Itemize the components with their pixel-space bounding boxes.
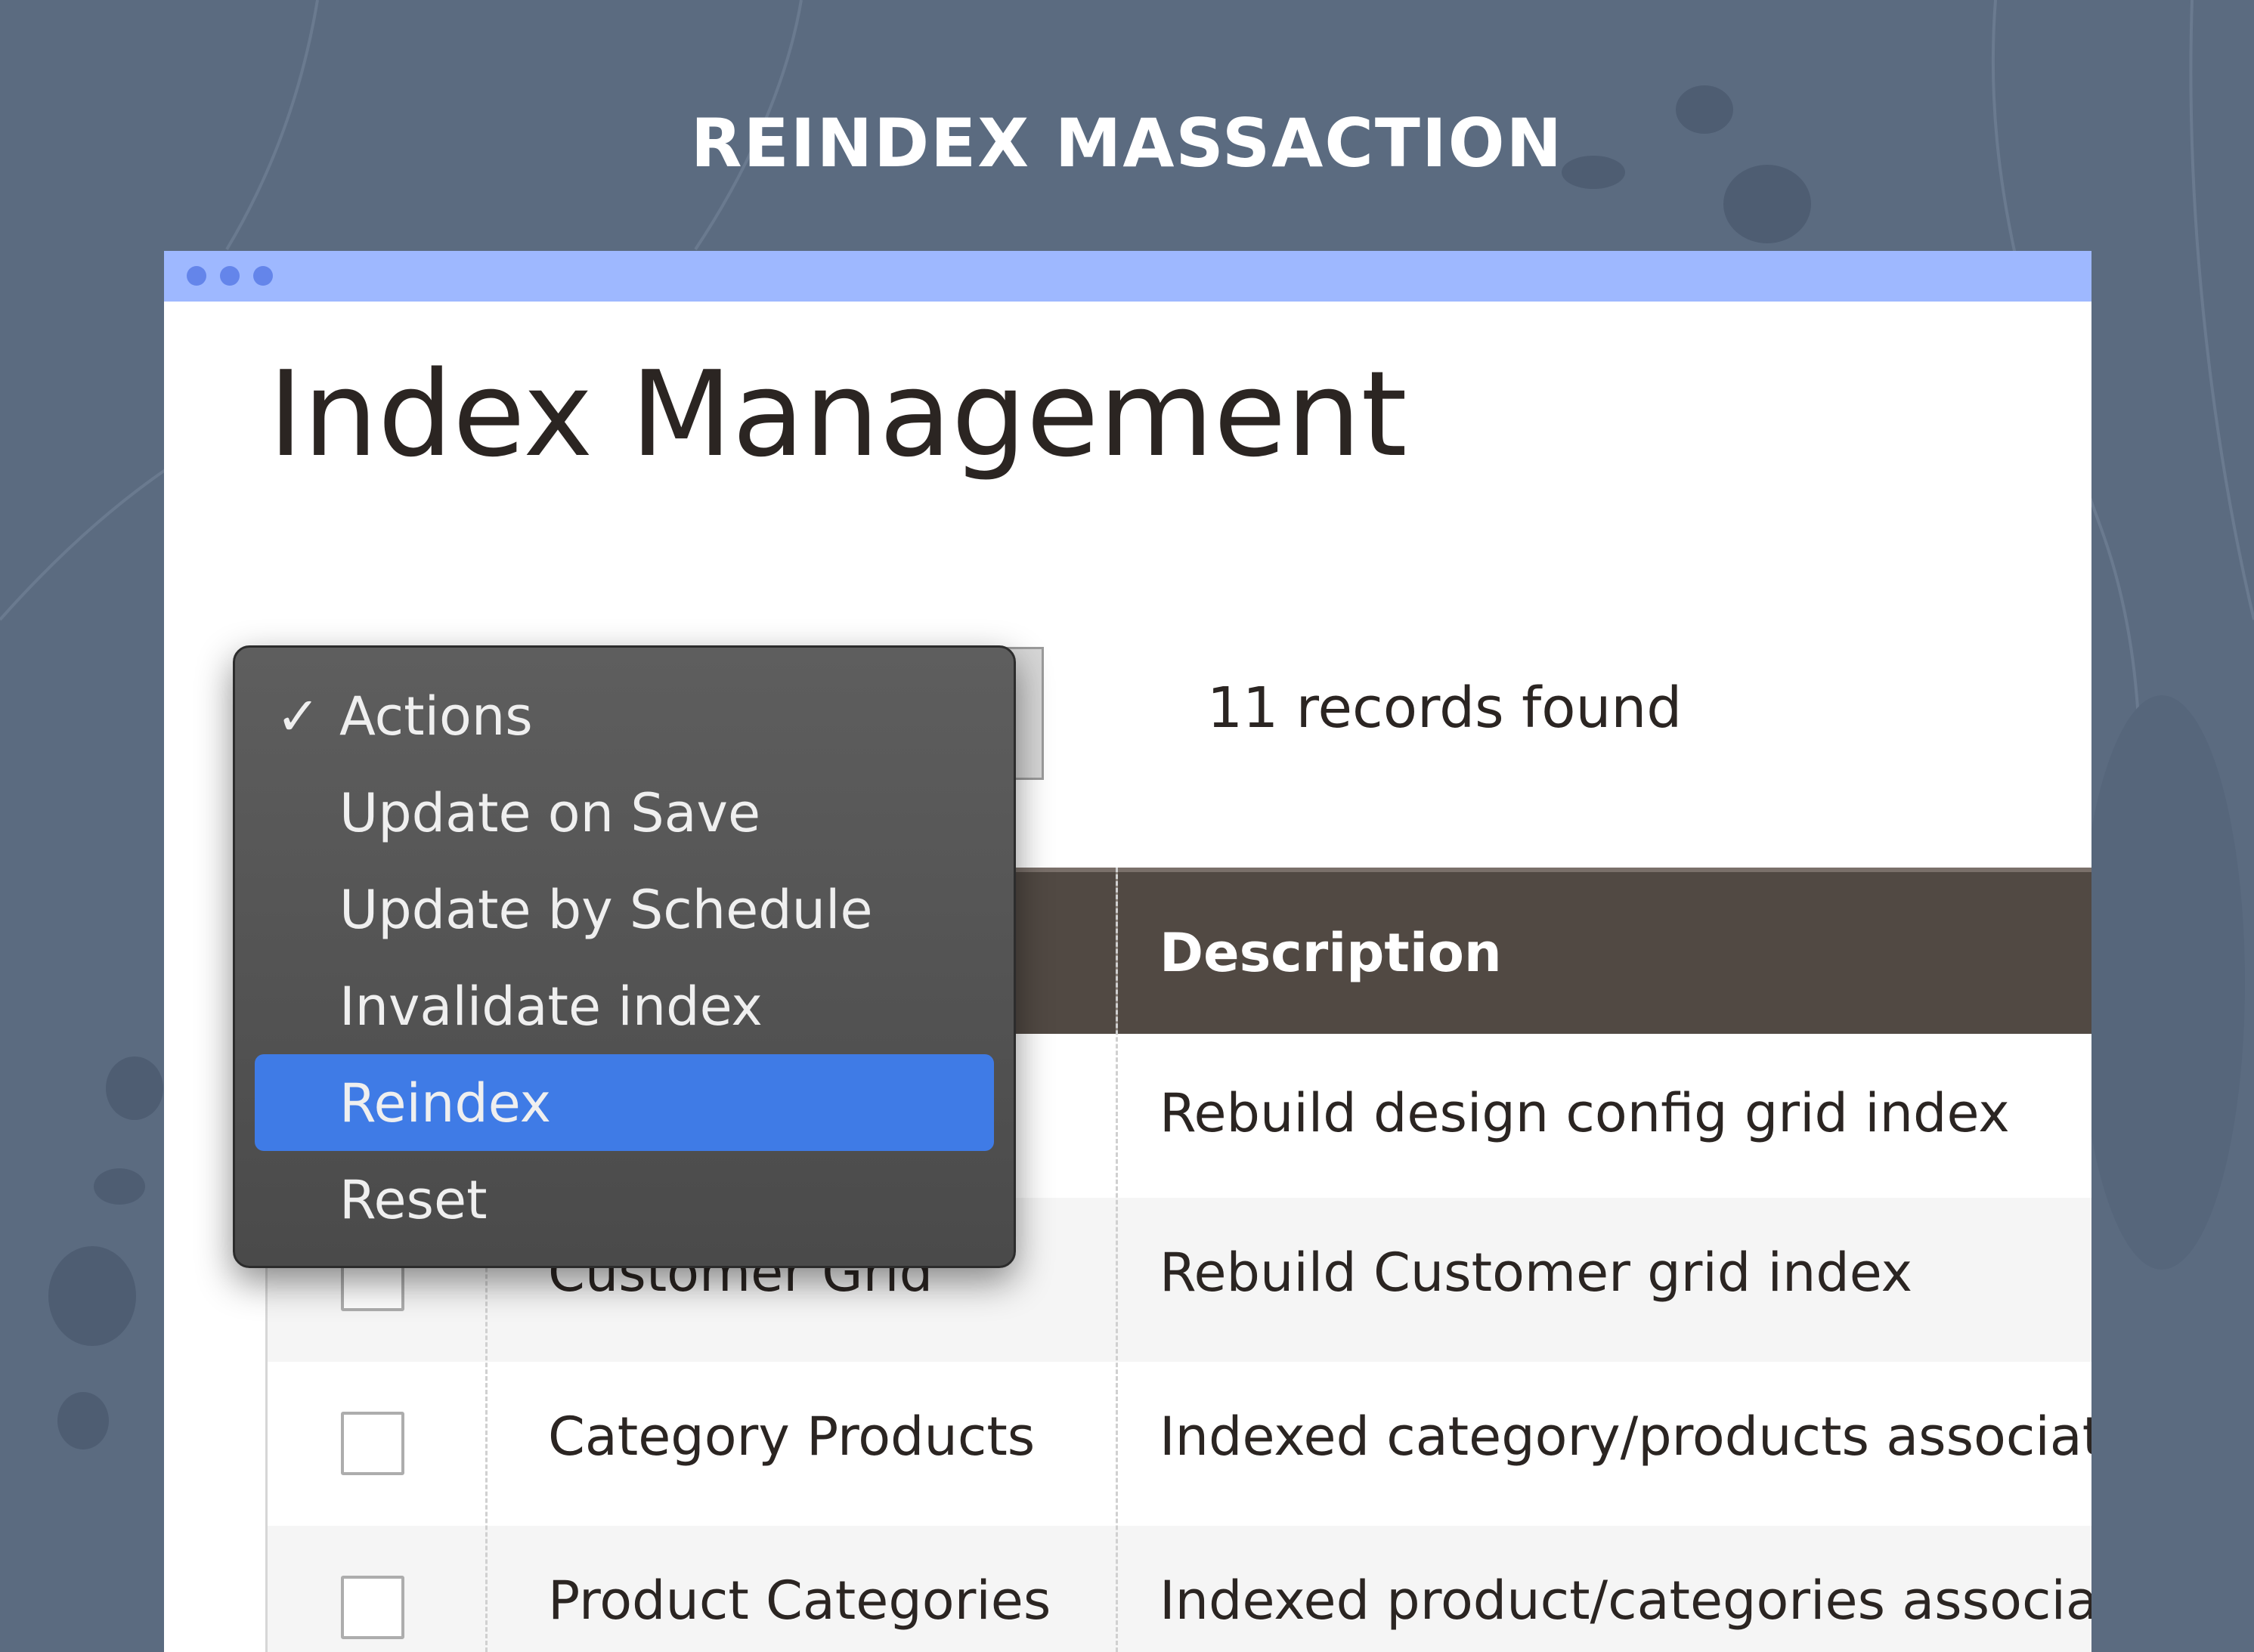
cell-description: Indexed product/categories associati bbox=[1160, 1570, 2091, 1632]
records-count: 11 records found bbox=[1207, 676, 1683, 741]
menu-item-reset[interactable]: Reset bbox=[255, 1151, 994, 1248]
row-checkbox[interactable] bbox=[341, 1412, 404, 1475]
cell-description: Rebuild design config grid index bbox=[1160, 1082, 2010, 1144]
cell-title: Category Products bbox=[548, 1406, 1036, 1468]
table-row: Product Categories Indexed product/categ… bbox=[265, 1526, 2091, 1652]
banner-title: REINDEX MASSACTION bbox=[690, 104, 1564, 182]
table-row: Category Products Indexed category/produ… bbox=[265, 1362, 2091, 1526]
page-title: Index Management bbox=[268, 345, 1407, 483]
row-checkbox[interactable] bbox=[341, 1576, 404, 1639]
menu-item-invalidate-index[interactable]: Invalidate index bbox=[255, 957, 994, 1054]
cell-title: Product Categories bbox=[548, 1570, 1051, 1632]
menu-item-reindex[interactable]: Reindex bbox=[255, 1054, 994, 1151]
actions-dropdown-menu: ✓ Actions Update on Save Update by Sched… bbox=[233, 645, 1016, 1268]
window-dot bbox=[253, 266, 273, 286]
cell-description: Indexed category/products associatio bbox=[1160, 1406, 2091, 1468]
checkmark-icon: ✓ bbox=[276, 685, 320, 747]
menu-item-label: Update by Schedule bbox=[339, 879, 873, 941]
cell-description: Rebuild Customer grid index bbox=[1160, 1242, 1913, 1304]
column-header-description[interactable]: Description bbox=[1160, 922, 1502, 984]
menu-item-update-on-save[interactable]: Update on Save bbox=[255, 764, 994, 861]
menu-item-update-by-schedule[interactable]: Update by Schedule bbox=[255, 861, 994, 957]
menu-item-label: Actions bbox=[339, 685, 533, 747]
menu-item-label: Update on Save bbox=[339, 782, 761, 844]
menu-item-label: Invalidate index bbox=[339, 976, 763, 1038]
window-titlebar bbox=[164, 251, 2091, 302]
menu-item-label: Reset bbox=[339, 1169, 488, 1231]
column-divider bbox=[1116, 868, 1118, 1652]
window-dot bbox=[220, 266, 240, 286]
window-dot bbox=[187, 266, 206, 286]
menu-item-actions[interactable]: ✓ Actions bbox=[255, 667, 994, 764]
menu-item-label: Reindex bbox=[339, 1072, 552, 1134]
